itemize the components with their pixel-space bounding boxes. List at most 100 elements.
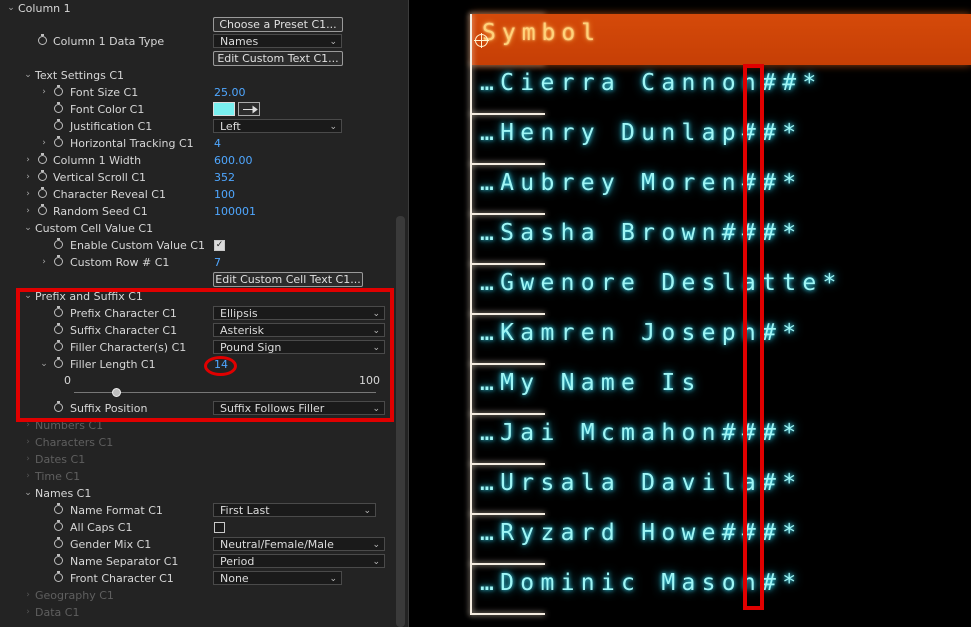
chevron-right-icon[interactable]: ›: [23, 587, 33, 604]
character-reveal-value[interactable]: 100: [214, 186, 235, 203]
chevron-down-icon[interactable]: ⌄: [23, 485, 33, 502]
row-separator: [470, 363, 545, 365]
choose-preset-button[interactable]: Choose a Preset C1...: [213, 17, 343, 32]
stopwatch-icon[interactable]: [54, 554, 63, 565]
chevron-right-icon[interactable]: ›: [23, 451, 33, 468]
chevron-down-icon: ⌄: [372, 309, 380, 319]
chevron-right-icon[interactable]: ›: [23, 434, 33, 451]
color-swatch[interactable]: [213, 102, 235, 116]
horizontal-tracking-value[interactable]: 4: [214, 135, 221, 152]
gender-mix-dropdown[interactable]: Neutral/Female/Male ⌄: [213, 537, 385, 551]
filler-character-dropdown[interactable]: Pound Sign ⌄: [213, 340, 385, 354]
name-separator-dropdown[interactable]: Period ⌄: [213, 554, 385, 568]
chevron-down-icon[interactable]: ⌄: [39, 356, 49, 373]
random-seed-row: › Random Seed C1 100001: [0, 203, 392, 220]
chevron-down-icon[interactable]: ⌄: [23, 67, 33, 84]
stopwatch-icon[interactable]: [54, 520, 63, 531]
filler-character-label: Filler Character(s) C1: [70, 341, 187, 354]
vertical-scroll-value[interactable]: 352: [214, 169, 235, 186]
stopwatch-icon[interactable]: [54, 401, 63, 412]
table-cell: …Jai Mcmahon###*: [480, 420, 803, 446]
chevron-right-icon[interactable]: ›: [23, 186, 33, 203]
stopwatch-icon[interactable]: [54, 255, 63, 266]
chevron-right-icon[interactable]: ›: [39, 135, 49, 152]
suffix-position-dropdown[interactable]: Suffix Follows Filler ⌄: [213, 401, 385, 415]
slider-handle[interactable]: [112, 388, 122, 397]
chevron-right-icon[interactable]: ›: [23, 152, 33, 169]
stopwatch-icon[interactable]: [38, 170, 47, 181]
chevron-down-icon[interactable]: ⌄: [23, 288, 33, 305]
row-separator: [470, 213, 545, 215]
anchor-point-icon[interactable]: [474, 33, 489, 48]
chevron-down-icon[interactable]: ⌄: [23, 220, 33, 237]
composition-preview: Symbol …Cierra Cannon##* …Henry Dunlap##*…: [409, 0, 971, 627]
enable-custom-value-checkbox[interactable]: ✓: [214, 240, 225, 251]
data-type-dropdown[interactable]: Names ⌄: [213, 34, 342, 48]
panel-scrollbar[interactable]: [396, 216, 405, 627]
stopwatch-icon[interactable]: [54, 571, 63, 582]
custom-cell-value-group[interactable]: ⌄ Custom Cell Value C1: [0, 220, 392, 237]
prefix-character-dropdown[interactable]: Ellipsis ⌄: [213, 306, 385, 320]
edit-custom-text-button[interactable]: Edit Custom Text C1...: [213, 51, 343, 66]
custom-row-value[interactable]: 7: [214, 254, 221, 271]
stopwatch-icon[interactable]: [54, 503, 63, 514]
group-time[interactable]: › Time C1: [0, 468, 392, 485]
dropdown-value: Suffix Follows Filler: [220, 402, 325, 415]
text-settings-group[interactable]: ⌄ Text Settings C1: [0, 67, 392, 84]
chevron-down-icon: ⌄: [329, 122, 337, 132]
eyedropper-icon[interactable]: [238, 102, 260, 116]
stopwatch-icon[interactable]: [38, 187, 47, 198]
group-geography[interactable]: › Geography C1: [0, 587, 392, 604]
random-seed-value[interactable]: 100001: [214, 203, 256, 220]
stopwatch-icon[interactable]: [54, 102, 63, 113]
table-cell: …Ursala Davila#*: [480, 470, 803, 496]
chevron-down-icon: ⌄: [329, 37, 337, 47]
stopwatch-icon[interactable]: [54, 340, 63, 351]
chevron-right-icon[interactable]: ›: [23, 604, 33, 621]
chevron-right-icon[interactable]: ›: [23, 468, 33, 485]
names-group[interactable]: ⌄ Names C1: [0, 485, 392, 502]
filler-length-value[interactable]: 14: [214, 356, 228, 373]
stopwatch-icon[interactable]: [54, 537, 63, 548]
justification-dropdown[interactable]: Left ⌄: [213, 119, 342, 133]
stopwatch-icon[interactable]: [54, 357, 63, 368]
edit-custom-cell-text-button[interactable]: Edit Custom Cell Text C1...: [213, 272, 363, 287]
stopwatch-icon[interactable]: [38, 153, 47, 164]
group-data[interactable]: › Data C1: [0, 604, 392, 621]
dropdown-value: Ellipsis: [220, 307, 258, 320]
group-dates[interactable]: › Dates C1: [0, 451, 392, 468]
stopwatch-icon[interactable]: [54, 119, 63, 130]
row-separator: [470, 113, 545, 115]
stopwatch-icon[interactable]: [54, 306, 63, 317]
stopwatch-icon[interactable]: [54, 238, 63, 249]
dropdown-value: Asterisk: [220, 324, 265, 337]
chevron-right-icon[interactable]: ›: [23, 417, 33, 434]
font-size-value[interactable]: 25.00: [214, 84, 246, 101]
stopwatch-icon[interactable]: [38, 34, 47, 45]
prefix-suffix-group[interactable]: ⌄ Prefix and Suffix C1: [0, 288, 392, 305]
all-caps-checkbox[interactable]: [214, 522, 225, 533]
group-label: Data C1: [35, 606, 80, 619]
section-column-1[interactable]: ⌄ Column 1: [0, 0, 392, 17]
front-character-dropdown[interactable]: None ⌄: [213, 571, 342, 585]
chevron-right-icon[interactable]: ›: [23, 169, 33, 186]
stopwatch-icon[interactable]: [54, 323, 63, 334]
name-format-dropdown[interactable]: First Last ⌄: [213, 503, 376, 517]
stopwatch-icon[interactable]: [38, 204, 47, 215]
data-type-label: Column 1 Data Type: [53, 35, 165, 48]
group-characters[interactable]: › Characters C1: [0, 434, 392, 451]
suffix-character-dropdown[interactable]: Asterisk ⌄: [213, 323, 385, 337]
chevron-down-icon: ⌄: [363, 506, 371, 516]
stopwatch-icon[interactable]: [54, 85, 63, 96]
chevron-right-icon[interactable]: ›: [39, 84, 49, 101]
chevron-down-icon[interactable]: ⌄: [6, 0, 16, 17]
chevron-right-icon[interactable]: ›: [23, 203, 33, 220]
column-width-value[interactable]: 600.00: [214, 152, 253, 169]
suffix-position-label: Suffix Position: [70, 402, 148, 415]
group-label: Geography C1: [35, 589, 114, 602]
chevron-right-icon[interactable]: ›: [39, 254, 49, 271]
stopwatch-icon[interactable]: [54, 136, 63, 147]
row-separator: [470, 463, 545, 465]
group-label: Text Settings C1: [35, 69, 125, 82]
group-numbers[interactable]: › Numbers C1: [0, 417, 392, 434]
